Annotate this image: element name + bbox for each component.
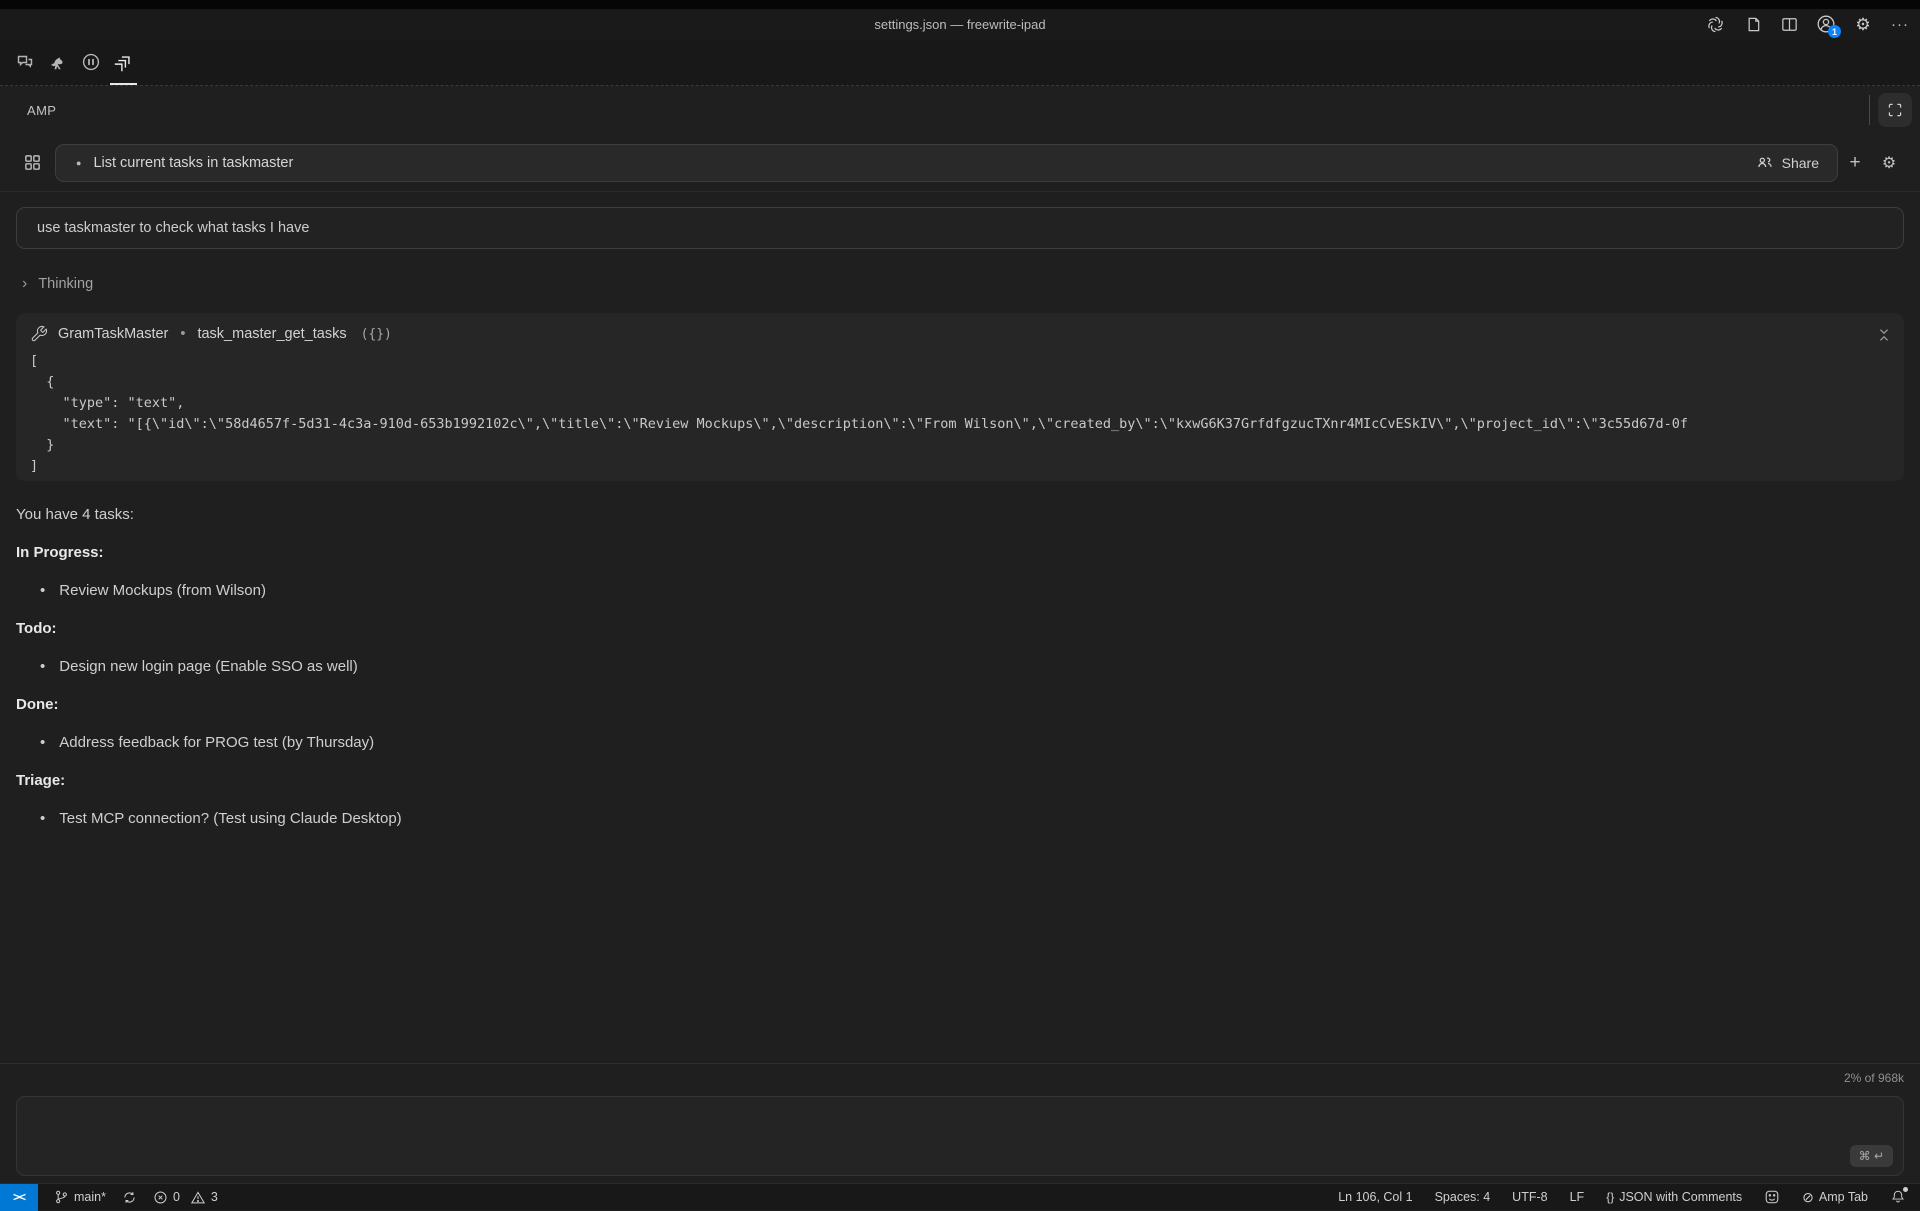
thread-title-bar[interactable]: ● List current tasks in taskmaster Share <box>55 144 1838 182</box>
thread-status-dot: ● <box>76 158 81 168</box>
task-item: Test MCP connection? (Test using Claude … <box>40 809 1904 828</box>
collapse-icon[interactable] <box>1876 327 1892 343</box>
errors-count: 0 <box>173 1190 180 1204</box>
section-title-in-progress: In Progress: <box>16 543 1904 562</box>
thinking-toggle[interactable]: › Thinking <box>22 275 1904 293</box>
people-icon <box>1756 154 1774 172</box>
errors-icon <box>153 1190 168 1205</box>
indentation[interactable]: Spaces: 4 <box>1435 1190 1491 1204</box>
remote-indicator[interactable]: >< <box>0 1184 38 1211</box>
split-editor-icon[interactable] <box>1777 12 1801 36</box>
problems-status[interactable]: 0 3 <box>153 1190 218 1205</box>
message-input[interactable] <box>29 1105 1843 1167</box>
tab-kangaroo-icon[interactable] <box>41 39 74 85</box>
thread-title: List current tasks in taskmaster <box>93 155 1743 171</box>
language-mode[interactable]: {} JSON with Comments <box>1606 1190 1742 1204</box>
more-actions-icon[interactable]: ··· <box>1888 12 1912 36</box>
chat-scroll-area[interactable]: use taskmaster to check what tasks I hav… <box>0 193 1920 1061</box>
notification-dot <box>1903 1187 1908 1192</box>
notifications-bell-icon[interactable] <box>1890 1189 1906 1205</box>
copilot-icon[interactable] <box>1703 12 1727 36</box>
fullscreen-button[interactable] <box>1878 93 1912 127</box>
status-bar: >< main* 0 3 Ln 106, <box>0 1183 1920 1210</box>
response-intro: You have 4 tasks: <box>16 505 1904 524</box>
document-layout-icon[interactable] <box>1740 12 1764 36</box>
git-branch-status[interactable]: main* <box>54 1189 106 1205</box>
window-top-strip <box>0 0 1920 9</box>
sync-button[interactable] <box>122 1190 137 1205</box>
tool-output-json: [ { "type": "text", "text": "[{\"id\":\"… <box>30 351 1890 477</box>
tool-call-block: GramTaskMaster • task_master_get_tasks (… <box>16 313 1904 481</box>
task-list-done: Address feedback for PROG test (by Thurs… <box>16 733 1904 752</box>
account-icon[interactable]: 1 <box>1814 12 1838 36</box>
section-title-todo: Todo: <box>16 619 1904 638</box>
header-divider <box>1869 95 1870 125</box>
braces-icon: {} <box>1606 1190 1614 1204</box>
window-titlebar: settings.json — freewrite-ipad <box>0 9 1920 39</box>
section-title-done: Done: <box>16 695 1904 714</box>
wrench-icon <box>30 325 48 343</box>
panel-title: AMP <box>27 103 56 118</box>
task-list-in-progress: Review Mockups (from Wilson) <box>16 581 1904 600</box>
tool-separator: • <box>180 326 185 342</box>
new-thread-button[interactable]: + <box>1838 152 1872 174</box>
thread-bar: ● List current tasks in taskmaster Share… <box>0 134 1920 192</box>
tool-server-name: GramTaskMaster <box>58 326 168 342</box>
amp-panel-header: AMP <box>0 87 1920 134</box>
feedback-smiley-icon[interactable] <box>1764 1189 1780 1205</box>
task-list-triage: Test MCP connection? (Test using Claude … <box>16 809 1904 828</box>
task-list-todo: Design new login page (Enable SSO as wel… <box>16 657 1904 676</box>
context-usage: 2% of 968k <box>1844 1071 1904 1085</box>
section-title-triage: Triage: <box>16 771 1904 790</box>
eol-sequence[interactable]: LF <box>1570 1190 1585 1204</box>
message-input-box[interactable]: ⌘ ↵ <box>16 1096 1904 1176</box>
sync-icon <box>122 1190 137 1205</box>
warnings-count: 3 <box>211 1190 218 1204</box>
tool-name: task_master_get_tasks <box>197 326 346 342</box>
warnings-icon <box>190 1190 206 1205</box>
account-badge: 1 <box>1828 25 1841 38</box>
tab-comments-icon[interactable] <box>8 39 41 85</box>
titlebar-actions: 1 ⚙ ··· <box>1703 9 1912 39</box>
git-branch-icon <box>54 1189 69 1205</box>
composer-divider <box>0 1063 1920 1064</box>
tab-robot-icon[interactable] <box>74 39 107 85</box>
tool-call-header: GramTaskMaster • task_master_get_tasks (… <box>30 325 1890 343</box>
user-message: use taskmaster to check what tasks I hav… <box>16 207 1904 249</box>
window-title: settings.json — freewrite-ipad <box>874 17 1045 32</box>
settings-gear-icon[interactable]: ⚙ <box>1851 12 1875 36</box>
circle-slash-icon: ⊘ <box>1802 1190 1814 1204</box>
share-label: Share <box>1782 155 1819 171</box>
encoding[interactable]: UTF-8 <box>1512 1190 1547 1204</box>
amp-tab-status[interactable]: ⊘ Amp Tab <box>1802 1190 1868 1204</box>
cursor-position[interactable]: Ln 106, Col 1 <box>1338 1190 1412 1204</box>
editor-tabs <box>0 39 1920 86</box>
threads-grid-icon[interactable] <box>12 144 52 182</box>
task-item: Design new login page (Enable SSO as wel… <box>40 657 1904 676</box>
chevron-right-icon: › <box>22 275 27 293</box>
task-item: Address feedback for PROG test (by Thurs… <box>40 733 1904 752</box>
thread-settings-icon[interactable]: ⚙ <box>1872 153 1906 173</box>
share-button[interactable]: Share <box>1744 149 1831 177</box>
thinking-label: Thinking <box>38 276 93 292</box>
task-item: Review Mockups (from Wilson) <box>40 581 1904 600</box>
tool-args: ({}) <box>361 327 392 342</box>
tab-amp-icon[interactable] <box>107 39 140 85</box>
assistant-response: You have 4 tasks: In Progress: Review Mo… <box>16 505 1904 828</box>
cmd-enter-shortcut: ⌘ ↵ <box>1850 1145 1893 1167</box>
